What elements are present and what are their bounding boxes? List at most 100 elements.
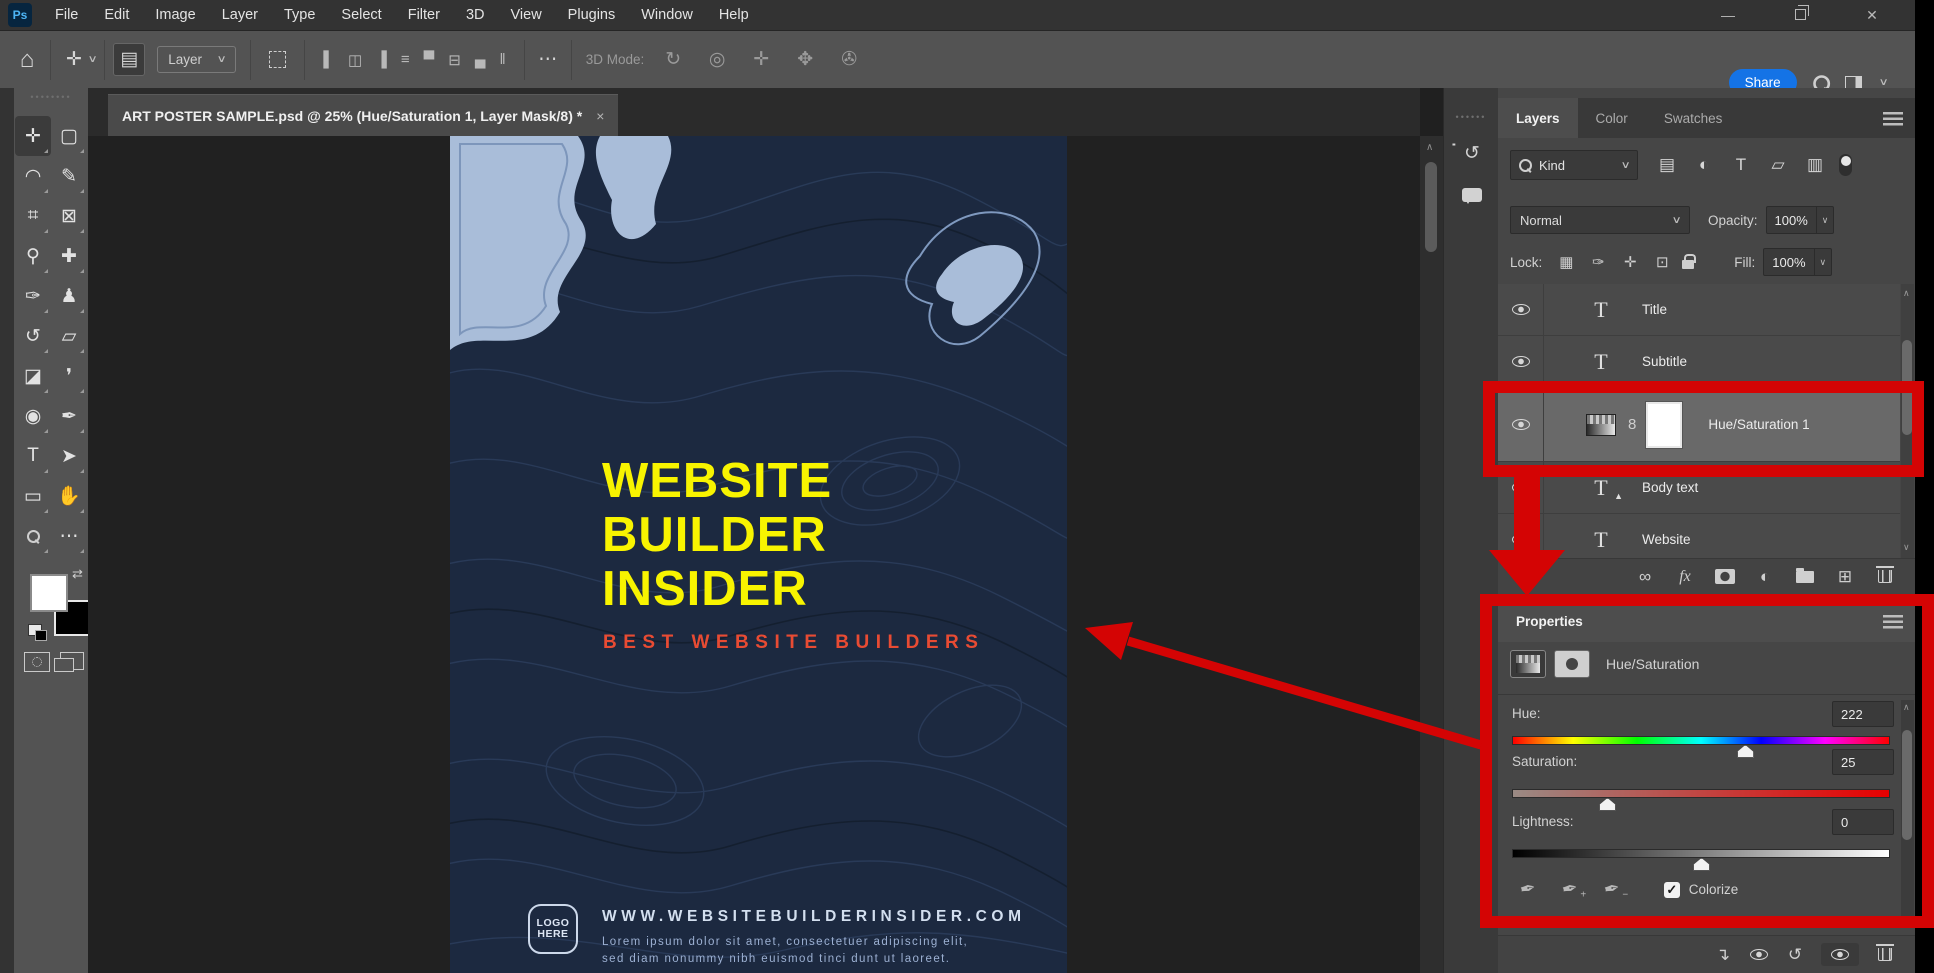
frame-tool-icon[interactable]: ⊠ — [61, 205, 77, 228]
toggle-visibility-icon[interactable] — [1831, 949, 1849, 960]
align-left-icon[interactable]: ▌ — [323, 51, 334, 68]
eraser-tool-icon[interactable]: ▱ — [62, 325, 77, 348]
filter-type-layers-icon[interactable]: T — [1728, 155, 1754, 175]
layer-row-body-text[interactable]: T▲Body text — [1498, 462, 1900, 514]
quick-mask-mode-button[interactable] — [24, 652, 50, 672]
edit-toolbar-icon[interactable]: ⋯ — [60, 525, 79, 548]
distribute-vertical-icon[interactable]: ⊟ — [448, 51, 461, 69]
lightness-input[interactable]: 0 — [1832, 809, 1894, 835]
saturation-slider-thumb[interactable] — [1599, 798, 1616, 811]
history-brush-tool-icon[interactable]: ↺ — [25, 325, 41, 348]
layer-effects-icon[interactable]: fx — [1675, 568, 1695, 586]
more-options-icon[interactable]: ⋯ — [533, 48, 563, 71]
lightness-slider-thumb[interactable] — [1693, 858, 1710, 871]
lock-artboard-icon[interactable]: ⊡ — [1650, 253, 1674, 271]
minimize-button[interactable]: — — [1715, 7, 1741, 23]
visibility-toggle[interactable] — [1498, 284, 1544, 335]
filter-shape-layers-icon[interactable]: ▱ — [1765, 155, 1791, 175]
rectangular-marquee-tool[interactable]: ▢ — [51, 116, 87, 156]
move-tool-icon[interactable]: ✛ — [25, 125, 41, 148]
align-vertical-centers-icon[interactable]: ≡ — [401, 51, 410, 68]
visibility-toggle[interactable] — [1498, 336, 1544, 387]
hue-slider[interactable] — [1512, 736, 1890, 745]
lasso-tool-icon[interactable]: ◠ — [25, 165, 42, 188]
adjustment-mask-button[interactable] — [1554, 650, 1590, 678]
hue-input[interactable]: 222 — [1832, 701, 1894, 727]
comments-panel-icon[interactable] — [1454, 178, 1490, 212]
document-tab[interactable]: ART POSTER SAMPLE.psd @ 25% (Hue/Saturat… — [108, 94, 618, 136]
lock-transparent-icon[interactable]: ▦ — [1554, 253, 1578, 271]
new-layer-icon[interactable]: ⊞ — [1835, 567, 1855, 587]
new-adjustment-layer-icon[interactable]: ◐ — [1760, 567, 1770, 587]
rectangular-marquee-tool-icon[interactable]: ▢ — [60, 125, 78, 148]
menu-window[interactable]: Window — [628, 0, 706, 30]
saturation-slider[interactable] — [1512, 789, 1890, 798]
type-tool-icon[interactable]: T — [27, 445, 39, 467]
brush-tool-icon[interactable]: ✑ — [25, 285, 41, 308]
hand-tool[interactable]: ✋ — [51, 476, 87, 516]
fill-input[interactable]: 100% ∨ — [1763, 248, 1832, 276]
align-top-icon[interactable]: ▀ — [424, 51, 435, 68]
delete-adjustment-icon[interactable] — [1875, 948, 1895, 961]
scroll-up-icon[interactable]: ∧ — [1426, 142, 1433, 153]
dodge-tool-icon[interactable]: ◉ — [25, 405, 42, 428]
chevron-down-icon[interactable]: ∨ — [1816, 207, 1834, 233]
frame-tool[interactable]: ⊠ — [51, 196, 87, 236]
hue-slider-thumb[interactable] — [1737, 745, 1754, 758]
close-button[interactable]: ✕ — [1859, 7, 1885, 24]
pen-tool[interactable]: ✒ — [51, 396, 87, 436]
visibility-toggle[interactable] — [1498, 388, 1544, 461]
delete-adjustment-icon[interactable] — [1878, 948, 1892, 961]
crop-tool-icon[interactable]: ⌗ — [28, 205, 39, 227]
hand-tool-icon[interactable]: ✋ — [57, 484, 81, 508]
align-horizontal-centers-icon[interactable]: ◫ — [348, 51, 362, 69]
layer-row-website[interactable]: TWebsite — [1498, 514, 1900, 558]
filter-smart-objects-icon[interactable]: ▥ — [1802, 155, 1828, 175]
clone-stamp-tool[interactable]: ♟ — [51, 276, 87, 316]
zoom-tool[interactable] — [15, 516, 51, 556]
panel-menu-icon[interactable] — [1883, 112, 1903, 126]
colorize-checkbox[interactable]: ✓ — [1664, 882, 1680, 898]
delete-layer-icon[interactable] — [1875, 570, 1895, 583]
3d-orbit-icon[interactable]: ↻ — [658, 48, 688, 71]
restore-button[interactable] — [1787, 7, 1813, 23]
lasso-tool[interactable]: ◠ — [15, 156, 51, 196]
tab-color[interactable]: Color — [1578, 98, 1646, 138]
3d-pan-icon[interactable]: ✛ — [746, 48, 776, 71]
chevron-down-icon[interactable]: ∨ — [1814, 249, 1832, 275]
close-tab-icon[interactable]: × — [596, 108, 604, 124]
canvas-area[interactable]: WEBSITE BUILDER INSIDER BEST WEBSITE BUI… — [88, 136, 1420, 973]
default-colors-icon[interactable] — [28, 624, 42, 636]
subtract-from-sample-eyedropper-icon[interactable]: ✒− — [1602, 877, 1622, 903]
new-adjustment-layer-icon[interactable]: ◐ — [1755, 567, 1775, 587]
menu-edit[interactable]: Edit — [91, 0, 142, 30]
path-selection-tool[interactable]: ➤ — [51, 436, 87, 476]
reset-adjustment-icon[interactable]: ↺ — [1788, 945, 1802, 965]
kind-filter-dropdown[interactable]: Kind ∨ — [1510, 150, 1638, 180]
lightness-slider[interactable] — [1512, 849, 1890, 858]
add-layer-mask-icon[interactable] — [1715, 569, 1735, 584]
lock-position-icon[interactable]: ✛ — [1618, 253, 1642, 271]
history-brush-tool[interactable]: ↺ — [15, 316, 51, 356]
menu-3d[interactable]: 3D — [453, 0, 498, 30]
clip-to-layer-icon[interactable]: ↴ — [1713, 945, 1733, 965]
scroll-down-icon[interactable]: ∨ — [1903, 542, 1910, 553]
layer-effects-icon[interactable]: fx — [1679, 568, 1691, 586]
tab-swatches[interactable]: Swatches — [1646, 98, 1741, 138]
swap-colors-icon[interactable]: ⇄ — [72, 566, 83, 582]
add-to-sample-eyedropper-icon[interactable]: ✒+ — [1560, 877, 1580, 903]
3d-roll-icon[interactable]: ◎ — [702, 48, 732, 71]
quick-selection-tool[interactable]: ✎ — [51, 156, 87, 196]
layer-row-subtitle[interactable]: TSubtitle — [1498, 336, 1900, 388]
menu-layer[interactable]: Layer — [209, 0, 271, 30]
view-previous-state-icon[interactable] — [1749, 949, 1769, 960]
scroll-up-icon[interactable]: ∧ — [1903, 702, 1910, 713]
toggle-visibility-icon[interactable] — [1821, 943, 1859, 966]
3d-slide-icon[interactable]: ✥ — [790, 48, 820, 71]
show-transform-controls-icon[interactable] — [269, 51, 286, 68]
layer-mask-thumbnail[interactable] — [1646, 402, 1682, 448]
align-bottom-icon[interactable]: ▄ — [475, 51, 486, 68]
new-group-icon[interactable] — [1795, 571, 1815, 583]
distribute-horizontal-icon[interactable]: ‖ — [499, 51, 505, 68]
delete-layer-icon[interactable] — [1878, 570, 1892, 583]
